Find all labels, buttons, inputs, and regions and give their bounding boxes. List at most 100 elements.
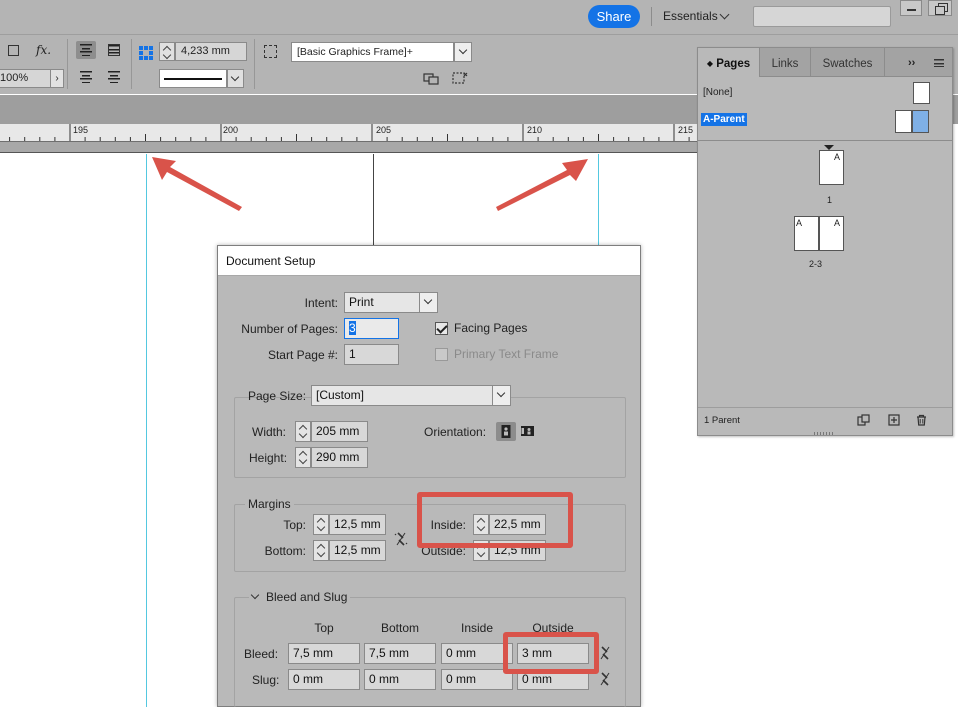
number-of-pages-input[interactable]: 3 [344,318,399,339]
intent-select[interactable]: Print [344,292,438,313]
chevron-down-icon[interactable] [492,386,510,405]
tab-pages[interactable]: ◆ Pages [698,48,760,77]
tab-links[interactable]: Links [760,48,811,77]
margin-bottom-label: Bottom: [264,544,306,558]
bleed-label: Bleed: [244,647,279,661]
dialog-titlebar[interactable]: Document Setup [218,246,640,276]
width-input[interactable]: 205 mm [311,421,368,442]
a-parent-thumbnail-left[interactable] [895,110,912,133]
unlink-bleed-icon[interactable] [598,645,612,661]
fit-frame-icon[interactable] [452,72,469,85]
ruler-label: 200 [223,125,239,135]
intent-label: Intent: [304,296,338,310]
chevron-down-icon[interactable] [250,590,260,600]
search-input[interactable] [753,6,891,27]
start-page-input[interactable]: 1 [344,344,399,365]
minimize-icon[interactable] [900,0,922,16]
slug-inside-input[interactable]: 0 mm [441,669,513,690]
annotation-box-bleed-outside [503,632,599,674]
height-input[interactable]: 290 mm [311,447,368,468]
page-2-thumbnail[interactable]: A [794,216,819,251]
stroke-type-dropdown[interactable] [227,69,244,88]
height-stepper[interactable] [295,447,311,468]
margins-title: Margins [245,497,294,511]
page-size-select[interactable]: [Custom] [311,385,511,406]
stroke-box-icon[interactable] [8,45,19,56]
primary-text-frame-checkbox[interactable] [435,348,448,361]
dialog-title: Document Setup [226,254,316,268]
a-parent-thumbnail-right[interactable] [912,110,929,133]
tab-pages-label: Pages [716,58,751,70]
workspace-switcher[interactable]: Essentials [663,9,718,23]
restore-icon[interactable] [928,0,952,16]
parent-none-label[interactable]: [None] [703,87,732,98]
fit-content-icon[interactable] [423,73,439,85]
page-size-label: Page Size: [248,389,307,403]
panel-menu-icon[interactable] [934,59,944,67]
ruler-label: 205 [376,125,392,135]
page-prefix: A [796,218,803,228]
document-setup-dialog: Document Setup Intent: Print Number of P… [217,245,641,707]
panel-collapse-icon[interactable]: ◆ [707,59,713,68]
reference-point-icon[interactable] [139,46,153,60]
fx-icon[interactable]: fx. [36,43,51,57]
ref-value-field[interactable]: 4,233 mm [175,42,247,61]
distribute-icon[interactable] [76,68,96,86]
app-bar: Share Essentials [0,0,958,34]
edit-page-size-icon[interactable] [857,414,870,426]
slug-top-input[interactable]: 0 mm [288,669,360,690]
trash-icon[interactable] [915,414,928,426]
chevron-right-icon[interactable]: › [50,69,64,88]
page-3-thumbnail[interactable]: A [819,216,844,251]
number-of-pages-value: 3 [349,321,356,335]
parent-none-thumbnail[interactable] [913,82,930,104]
bleed-slug-disclosure[interactable]: Bleed and Slug [249,590,351,604]
landscape-button[interactable] [518,422,538,441]
annotation-box-inside [417,492,573,548]
horizontal-ruler[interactable]: 195 200 205 210 215 [0,124,700,142]
annotation-arrow-left [152,157,242,211]
width-stepper[interactable] [295,421,311,442]
panel-expand-icon[interactable]: ›› [908,57,915,69]
facing-pages-checkbox[interactable] [435,322,448,335]
number-of-pages-label: Number of Pages: [241,322,338,336]
margin-top-input[interactable]: 12,5 mm [329,514,386,535]
stroke-type-swatch[interactable] [159,69,227,88]
tab-swatches[interactable]: Swatches [811,48,885,77]
slug-label: Slug: [252,673,280,687]
width-label: Width: [252,425,287,439]
bleed-guide-left [146,154,147,707]
opacity-field[interactable]: 100% [0,69,51,88]
chevron-down-icon[interactable] [419,293,437,312]
page-1-thumbnail[interactable]: A [819,150,844,185]
col-head-top: Top [314,621,334,635]
share-button[interactable]: Share [588,5,640,28]
align-justify-button[interactable] [104,41,124,59]
ref-value-stepper[interactable] [159,42,175,61]
page-1-number: 1 [827,195,833,205]
margin-bottom-stepper[interactable] [313,540,329,561]
spread-2-3-number: 2-3 [809,259,823,269]
margin-top-stepper[interactable] [313,514,329,535]
bleed-bottom-input[interactable]: 7,5 mm [364,643,436,664]
bleed-top-input[interactable]: 7,5 mm [288,643,360,664]
align-bottom-icon[interactable] [104,68,124,86]
unlink-slug-icon[interactable] [598,671,612,687]
panel-status-text: 1 Parent [704,415,740,426]
chevron-down-icon[interactable] [719,9,730,20]
margin-bottom-input[interactable]: 12,5 mm [329,540,386,561]
object-style-select[interactable]: [Basic Graphics Frame]+ [291,42,454,62]
frame-icon[interactable] [264,45,277,58]
new-page-icon[interactable] [888,414,901,426]
panel-resize-grip[interactable] [814,432,834,435]
align-center-button[interactable] [76,41,96,59]
slug-bottom-input[interactable]: 0 mm [364,669,436,690]
height-label: Height: [249,451,288,465]
facing-pages-label: Facing Pages [454,321,528,335]
panel-divider [698,140,952,141]
object-style-dropdown[interactable] [454,42,472,62]
a-parent-label[interactable]: A-Parent [701,113,747,126]
page-prefix: A [833,218,840,228]
portrait-button[interactable] [496,422,516,441]
unlink-margins-icon[interactable] [394,531,408,547]
